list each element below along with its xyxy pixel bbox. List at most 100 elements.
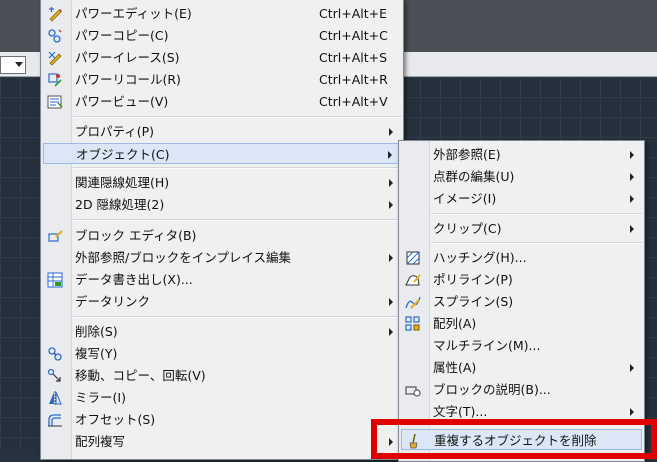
menu-separator xyxy=(73,219,401,221)
menu-item-shortcut: Ctrl+Alt+E xyxy=(319,6,388,21)
submenu-item-multiline[interactable]: マルチライン(M)... xyxy=(401,335,642,356)
menu-item-power-edit[interactable]: パワーエディット(E) Ctrl+Alt+E xyxy=(43,3,401,24)
menu-item-label: 2D 隠線処理(2) xyxy=(75,197,165,212)
menu-item-copy[interactable]: 複写(Y) xyxy=(43,343,401,364)
block-editor-icon xyxy=(48,230,63,242)
menu-separator xyxy=(73,167,401,169)
menu-separator xyxy=(73,116,401,118)
menu-item-properties[interactable]: プロパティ(P) xyxy=(43,121,401,142)
menu-item-data-link[interactable]: データリンク xyxy=(43,291,401,312)
block-description-icon xyxy=(405,386,421,397)
submenu-arrow-icon xyxy=(389,128,393,136)
menu-item-label: ブロック エディタ(B) xyxy=(75,228,197,243)
submenu-item-image[interactable]: イメージ(I) xyxy=(401,188,642,209)
menu-item-label: データリンク xyxy=(75,294,151,309)
menu-item-delete[interactable]: 削除(S) xyxy=(43,321,401,342)
move-copy-rotate-icon xyxy=(47,368,61,382)
menu-item-label: ミラー(I) xyxy=(75,390,126,405)
submenu-arrow-icon xyxy=(630,364,634,372)
menu-item-label: ポリライン(P) xyxy=(433,272,513,287)
menu-item-label: パワーリコール(R) xyxy=(75,72,181,87)
menu-item-label: データ書き出し(X)... xyxy=(75,272,193,287)
menu-item-shortcut: Ctrl+Alt+C xyxy=(319,28,388,43)
submenu-item-clip[interactable]: クリップ(C) xyxy=(401,218,642,239)
submenu-item-polyline[interactable]: ポリライン(P) xyxy=(401,269,642,290)
menu-item-label: クリップ(C) xyxy=(433,221,502,236)
menu-item-power-recall[interactable]: パワーリコール(R) Ctrl+Alt+R xyxy=(43,69,401,90)
submenu-arrow-icon xyxy=(630,151,634,159)
menu-item-label: 外部参照(E) xyxy=(433,147,501,162)
menu-item-label: イメージ(I) xyxy=(433,191,497,206)
submenu-item-hatch[interactable]: ハッチング(H)... xyxy=(401,247,642,268)
red-highlight-box xyxy=(371,419,657,459)
submenu-arrow-icon xyxy=(388,151,392,159)
menu-item-label: 配列(A) xyxy=(433,316,477,331)
menu-item-power-copy[interactable]: パワーコピー(C) Ctrl+Alt+C xyxy=(43,25,401,46)
menu-item-label: マルチライン(M)... xyxy=(433,338,541,353)
menu-separator xyxy=(73,316,401,318)
menu-item-label: パワーイレース(S) xyxy=(75,50,180,65)
menu-item-power-view[interactable]: パワービュー(V) Ctrl+Alt+V xyxy=(43,91,401,112)
submenu-arrow-icon xyxy=(389,179,393,187)
menu-item-label: 外部参照/ブロックをインプレイス編集 xyxy=(75,250,291,265)
power-view-icon xyxy=(47,95,63,109)
menu-item-shortcut: Ctrl+Alt+S xyxy=(319,50,388,65)
menu-item-label: ブロックの説明(B)... xyxy=(433,382,551,397)
menu-item-associative-hide[interactable]: 関連隠線処理(H) xyxy=(43,172,401,193)
menu-item-power-erase[interactable]: パワーイレース(S) Ctrl+Alt+S xyxy=(43,47,401,68)
submenu-arrow-icon xyxy=(389,254,393,262)
submenu-item-point-cloud[interactable]: 点群の編集(U) xyxy=(401,166,642,187)
menu-item-object[interactable]: オブジェクト(C) xyxy=(43,143,401,164)
data-extract-icon xyxy=(47,272,63,288)
polyline-icon xyxy=(405,274,421,286)
submenu-item-attribute[interactable]: 属性(A) xyxy=(401,357,642,378)
submenu-arrow-icon xyxy=(630,195,634,203)
hatch-icon xyxy=(406,251,420,265)
offset-icon xyxy=(48,414,62,427)
submenu-item-spline[interactable]: スプライン(S) xyxy=(401,291,642,312)
submenu-arrow-icon xyxy=(630,173,634,181)
menu-item-array-copy[interactable]: 配列複写 xyxy=(43,431,401,452)
submenu-arrow-icon xyxy=(389,201,393,209)
menu-item-refedit[interactable]: 外部参照/ブロックをインプレイス編集 xyxy=(43,247,401,268)
spline-icon xyxy=(405,296,421,309)
submenu-item-array[interactable]: 配列(A) xyxy=(401,313,642,334)
menu-item-block-editor[interactable]: ブロック エディタ(B) xyxy=(43,225,401,246)
submenu-arrow-icon xyxy=(630,408,634,416)
menu-separator xyxy=(431,242,642,244)
menu-item-label: ハッチング(H)... xyxy=(433,250,527,265)
object-submenu: 外部参照(E) 点群の編集(U) イメージ(I) クリップ(C) ハッチング(H… xyxy=(398,140,645,462)
menu-item-label: パワーコピー(C) xyxy=(75,28,169,43)
submenu-item-xref[interactable]: 外部参照(E) xyxy=(401,144,642,165)
menu-item-label: 配列複写 xyxy=(75,434,126,449)
power-copy-icon xyxy=(48,29,62,43)
menu-item-label: スプライン(S) xyxy=(433,294,514,309)
menu-item-label: 複写(Y) xyxy=(75,346,118,361)
menu-item-label: プロパティ(P) xyxy=(75,124,155,139)
menu-item-label: オフセット(S) xyxy=(75,412,156,427)
menu-item-shortcut: Ctrl+Alt+V xyxy=(319,94,388,109)
menu-item-label: 削除(S) xyxy=(75,324,118,339)
menu-item-mirror[interactable]: ミラー(I) xyxy=(43,387,401,408)
submenu-item-block-description[interactable]: ブロックの説明(B)... xyxy=(401,379,642,400)
power-erase-icon xyxy=(48,51,62,66)
menu-item-2d-hide[interactable]: 2D 隠線処理(2) xyxy=(43,194,401,215)
mirror-icon xyxy=(49,391,62,405)
menu-item-move-copy-rotate[interactable]: 移動、コピー、回転(V) xyxy=(43,365,401,386)
menu-item-offset[interactable]: オフセット(S) xyxy=(43,409,401,430)
modify-menu: パワーエディット(E) Ctrl+Alt+E パワーコピー(C) Ctrl+Al… xyxy=(40,0,404,460)
chevron-down-icon xyxy=(15,62,23,67)
menu-item-label: 移動、コピー、回転(V) xyxy=(75,368,206,383)
power-edit-icon xyxy=(49,7,62,22)
menu-item-label: 属性(A) xyxy=(433,360,477,375)
copy-icon xyxy=(48,347,62,361)
submenu-arrow-icon xyxy=(630,225,634,233)
menu-item-data-extraction[interactable]: データ書き出し(X)... xyxy=(43,269,401,290)
power-recall-icon xyxy=(48,73,62,87)
menu-item-label: オブジェクト(C) xyxy=(76,147,170,162)
menu-item-shortcut: Ctrl+Alt+R xyxy=(319,72,388,87)
layer-dropdown[interactable] xyxy=(0,56,26,74)
submenu-arrow-icon xyxy=(389,298,393,306)
menu-item-label: パワービュー(V) xyxy=(75,94,169,109)
menu-item-label: パワーエディット(E) xyxy=(75,6,192,21)
